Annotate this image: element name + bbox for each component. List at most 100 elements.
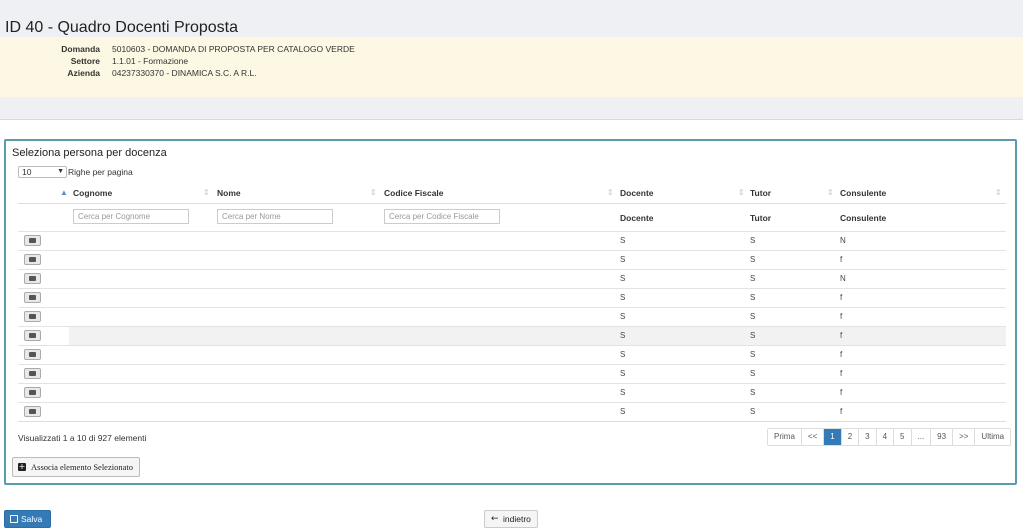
info-label: Azienda: [67, 68, 100, 78]
table-row[interactable]: S S f: [18, 307, 1006, 326]
table-row[interactable]: S S N: [18, 269, 1006, 288]
cell-consulente: f: [840, 388, 843, 397]
select-row-button[interactable]: [24, 406, 41, 417]
select-row-button[interactable]: [24, 273, 41, 284]
rows-per-page-select[interactable]: 10 ▼: [18, 166, 67, 178]
cell-consulente: N: [840, 236, 846, 245]
table-row[interactable]: S S f: [18, 326, 1006, 345]
search-cognome-input[interactable]: Cerca per Cognome: [73, 209, 189, 224]
associa-elemento-button[interactable]: + Associa elemento Selezionato: [12, 457, 140, 477]
sort-icon[interactable]: ⇕: [370, 183, 377, 203]
pagination: Prima << 1 2 3 4 5 ... 93 >> Ultima: [767, 428, 1012, 446]
select-row-button[interactable]: [24, 349, 41, 360]
table-row[interactable]: S S f: [18, 383, 1006, 402]
table-row[interactable]: S S f: [18, 345, 1006, 364]
panel-title: Seleziona persona per docenza: [12, 147, 167, 159]
info-value: 5010603 - DOMANDA DI PROPOSTA PER CATALO…: [112, 44, 355, 54]
floppy-disk-icon: [10, 515, 18, 523]
cell-docente: S: [620, 331, 626, 340]
page-last-button[interactable]: Ultima: [975, 429, 1011, 445]
sort-icon[interactable]: ⇕: [203, 183, 210, 203]
cell-consulente: N: [840, 274, 846, 283]
table-row[interactable]: S S f: [18, 288, 1006, 307]
select-row-button[interactable]: [24, 368, 41, 379]
plus-square-icon: +: [18, 462, 26, 471]
info-label: Settore: [70, 56, 100, 66]
page-title: ID 40 - Quadro Docenti Proposta: [5, 19, 239, 36]
cell-consulente: f: [840, 350, 843, 359]
cell-docente: S: [620, 236, 626, 245]
select-cell: [18, 327, 69, 345]
filter-label-consulente: Consulente: [840, 213, 887, 223]
header-area: ID 40 - Quadro Docenti Proposta Domanda …: [0, 0, 1023, 120]
select-cell: [18, 308, 69, 326]
table-row[interactable]: S S N: [18, 231, 1006, 250]
sort-asc-icon[interactable]: ▲: [60, 183, 68, 203]
table-row[interactable]: S S f: [18, 364, 1006, 383]
cell-docente: S: [620, 312, 626, 321]
page-prev-button[interactable]: <<: [801, 429, 825, 445]
cell-tutor: S: [750, 388, 756, 397]
page-5-button[interactable]: 5: [894, 429, 912, 445]
save-button[interactable]: Salva: [4, 510, 51, 528]
page-first-button[interactable]: Prima: [768, 429, 802, 445]
sort-icon[interactable]: ⇕: [738, 183, 745, 203]
search-nome-input[interactable]: Cerca per Nome: [217, 209, 333, 224]
filter-label-tutor: Tutor: [750, 213, 772, 223]
select-row-button[interactable]: [24, 330, 41, 341]
info-value: 1.1.01 - Formazione: [112, 56, 189, 66]
select-cell: [18, 251, 69, 269]
column-header-docente[interactable]: Docente: [620, 183, 654, 203]
table-row[interactable]: S S f: [18, 402, 1006, 421]
cell-tutor: S: [750, 236, 756, 245]
page-2-button[interactable]: 2: [841, 429, 860, 445]
column-header-codice-fiscale[interactable]: Codice Fiscale: [384, 183, 444, 203]
sort-icon[interactable]: ⇕: [827, 183, 834, 203]
back-button[interactable]: ← indietro: [484, 510, 538, 528]
selection-panel: Seleziona persona per docenza 10 ▼ Righe…: [4, 139, 1017, 485]
select-row-button[interactable]: [24, 292, 41, 303]
page-93-button[interactable]: 93: [931, 429, 954, 445]
search-codice-fiscale-input[interactable]: Cerca per Codice Fiscale: [384, 209, 500, 224]
table-row[interactable]: S S f: [18, 250, 1006, 269]
cell-docente: S: [620, 274, 626, 283]
page-4-button[interactable]: 4: [876, 429, 895, 445]
cell-docente: S: [620, 350, 626, 359]
cell-docente: S: [620, 255, 626, 264]
cell-docente: S: [620, 407, 626, 416]
page-next-button[interactable]: >>: [953, 429, 976, 445]
sort-icon[interactable]: ⇕: [995, 183, 1002, 203]
sort-icon[interactable]: ⇕: [607, 183, 614, 203]
column-header-consulente[interactable]: Consulente: [840, 183, 886, 203]
cell-docente: S: [620, 369, 626, 378]
chevron-down-icon: ▼: [57, 168, 64, 175]
info-box: Domanda 5010603 - DOMANDA DI PROPOSTA PE…: [0, 37, 1023, 97]
select-cell: [18, 346, 69, 364]
cell-consulente: f: [840, 407, 843, 416]
select-cell: [18, 403, 69, 421]
cell-consulente: f: [840, 255, 843, 264]
table-bottom-divider: [18, 421, 1006, 422]
info-value: 04237330370 - DINAMICA S.C. A R.L.: [112, 68, 257, 78]
column-header-cognome[interactable]: Cognome: [73, 183, 112, 203]
column-header-tutor[interactable]: Tutor: [750, 183, 771, 203]
info-row-domanda: Domanda 5010603 - DOMANDA DI PROPOSTA PE…: [0, 43, 700, 55]
info-row-azienda: Azienda 04237330370 - DINAMICA S.C. A R.…: [0, 67, 700, 79]
cell-consulente: f: [840, 369, 843, 378]
cell-tutor: S: [750, 331, 756, 340]
select-cell: [18, 384, 69, 402]
cell-tutor: S: [750, 255, 756, 264]
page-1-button[interactable]: 1: [824, 429, 842, 445]
select-row-button[interactable]: [24, 311, 41, 322]
rows-per-page-label: Righe per pagina: [68, 167, 133, 177]
info-label: Domanda: [61, 44, 100, 54]
select-row-button[interactable]: [24, 235, 41, 246]
page-3-button[interactable]: 3: [859, 429, 877, 445]
select-cell: [18, 289, 69, 307]
cell-docente: S: [620, 293, 626, 302]
select-row-button[interactable]: [24, 387, 41, 398]
column-header-nome[interactable]: Nome: [217, 183, 241, 203]
cell-tutor: S: [750, 369, 756, 378]
arrow-left-icon: ←: [491, 514, 499, 524]
select-row-button[interactable]: [24, 254, 41, 265]
